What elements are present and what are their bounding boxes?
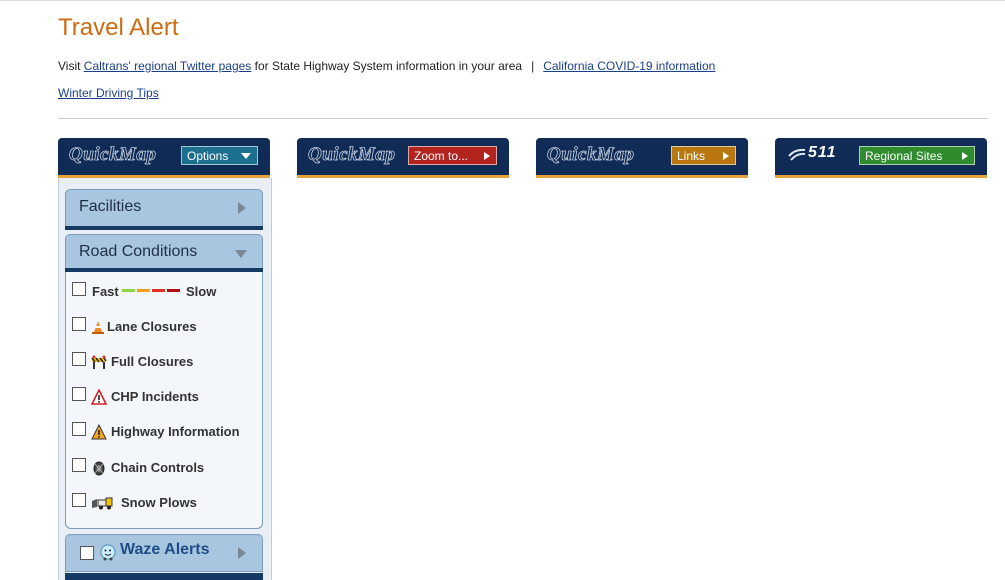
speed-legend-icon bbox=[122, 284, 182, 299]
links-button[interactable]: Links bbox=[671, 146, 736, 165]
waze-underline bbox=[65, 573, 263, 580]
fast-label: Fast bbox=[92, 284, 119, 299]
barricade-icon bbox=[91, 355, 107, 369]
top-border bbox=[0, 0, 1005, 1]
snow-plows-checkbox[interactable] bbox=[72, 493, 86, 507]
road-conditions-header[interactable]: Road Conditions bbox=[65, 234, 263, 272]
warning-orange-icon bbox=[91, 424, 107, 440]
speed-checkbox[interactable] bbox=[72, 282, 86, 296]
full-closures-checkbox[interactable] bbox=[72, 352, 86, 366]
divider bbox=[58, 118, 988, 119]
expand-arrow-icon bbox=[238, 547, 246, 559]
winter-driving-link[interactable]: Winter Driving Tips bbox=[58, 86, 159, 100]
waze-alerts-header[interactable]: Waze Alerts bbox=[65, 534, 263, 572]
warning-red-icon bbox=[91, 389, 107, 405]
cone-icon bbox=[92, 321, 104, 334]
facilities-header[interactable]: Facilities bbox=[65, 189, 263, 227]
arrow-right-icon bbox=[723, 152, 729, 160]
collapse-arrow-icon bbox=[235, 250, 247, 258]
zoom-to-button[interactable]: Zoom to... bbox=[408, 146, 497, 165]
options-label: Options bbox=[187, 149, 229, 163]
highway-information-checkbox[interactable] bbox=[72, 422, 86, 436]
full-closures-label: Full Closures bbox=[111, 354, 194, 369]
waze-icon bbox=[100, 544, 116, 561]
quickmap-zoom-bar: QuickMap Zoom to... bbox=[297, 138, 509, 178]
511-regional-bar: 511 Regional Sites bbox=[775, 138, 987, 178]
options-button[interactable]: Options bbox=[181, 146, 258, 165]
quickmap-logo: QuickMap bbox=[308, 144, 396, 166]
layers-panel: Facilities Road Conditions Fast Slow Lan… bbox=[58, 178, 272, 580]
chevron-down-icon bbox=[241, 153, 251, 159]
zoom-to-label: Zoom to... bbox=[414, 149, 469, 163]
lane-closures-label: Lane Closures bbox=[107, 319, 197, 334]
separator: | bbox=[531, 59, 535, 73]
quickmap-logo: QuickMap bbox=[547, 144, 635, 166]
lane-closures-checkbox[interactable] bbox=[72, 317, 86, 331]
links-label: Links bbox=[677, 149, 706, 163]
visit-suffix: for State Highway System information in … bbox=[251, 59, 523, 73]
regional-sites-button[interactable]: Regional Sites bbox=[859, 146, 975, 165]
arrow-right-icon bbox=[484, 152, 490, 160]
chp-incidents-checkbox[interactable] bbox=[72, 387, 86, 401]
snow-plows-label: Snow Plows bbox=[121, 495, 197, 510]
road-conditions-list: Fast Slow Lane Closures Full Closures CH… bbox=[65, 272, 263, 529]
quickmap-links-bar: QuickMap Links bbox=[536, 138, 748, 178]
chp-incidents-label: CHP Incidents bbox=[111, 389, 199, 404]
highway-information-label: Highway Information bbox=[111, 424, 240, 439]
page-title: Travel Alert bbox=[58, 14, 179, 41]
arrow-right-icon bbox=[962, 152, 968, 160]
snow-plow-icon bbox=[92, 497, 113, 510]
visit-prefix: Visit bbox=[58, 59, 84, 73]
waze-alerts-checkbox[interactable] bbox=[80, 546, 94, 560]
chain-controls-label: Chain Controls bbox=[111, 460, 205, 475]
waze-alerts-label: Waze Alerts bbox=[120, 541, 210, 558]
road-conditions-label: Road Conditions bbox=[79, 243, 198, 260]
slow-label: Slow bbox=[185, 284, 217, 299]
visit-line: Visit Caltrans' regional Twitter pages f… bbox=[58, 59, 715, 73]
quickmap-options-bar: QuickMap Options bbox=[58, 138, 270, 178]
facilities-underline bbox=[65, 226, 263, 230]
facilities-label: Facilities bbox=[79, 198, 142, 215]
regional-sites-label: Regional Sites bbox=[865, 149, 943, 163]
quickmap-logo: QuickMap bbox=[69, 144, 157, 166]
tire-chain-icon bbox=[93, 461, 105, 476]
covid-link[interactable]: California COVID-19 information bbox=[543, 59, 715, 73]
winter-line: Winter Driving Tips bbox=[58, 86, 159, 100]
twitter-link[interactable]: Caltrans' regional Twitter pages bbox=[84, 59, 252, 73]
expand-arrow-icon bbox=[238, 202, 246, 214]
511-logo-text: 511 bbox=[808, 144, 837, 161]
chain-controls-checkbox[interactable] bbox=[72, 458, 86, 472]
